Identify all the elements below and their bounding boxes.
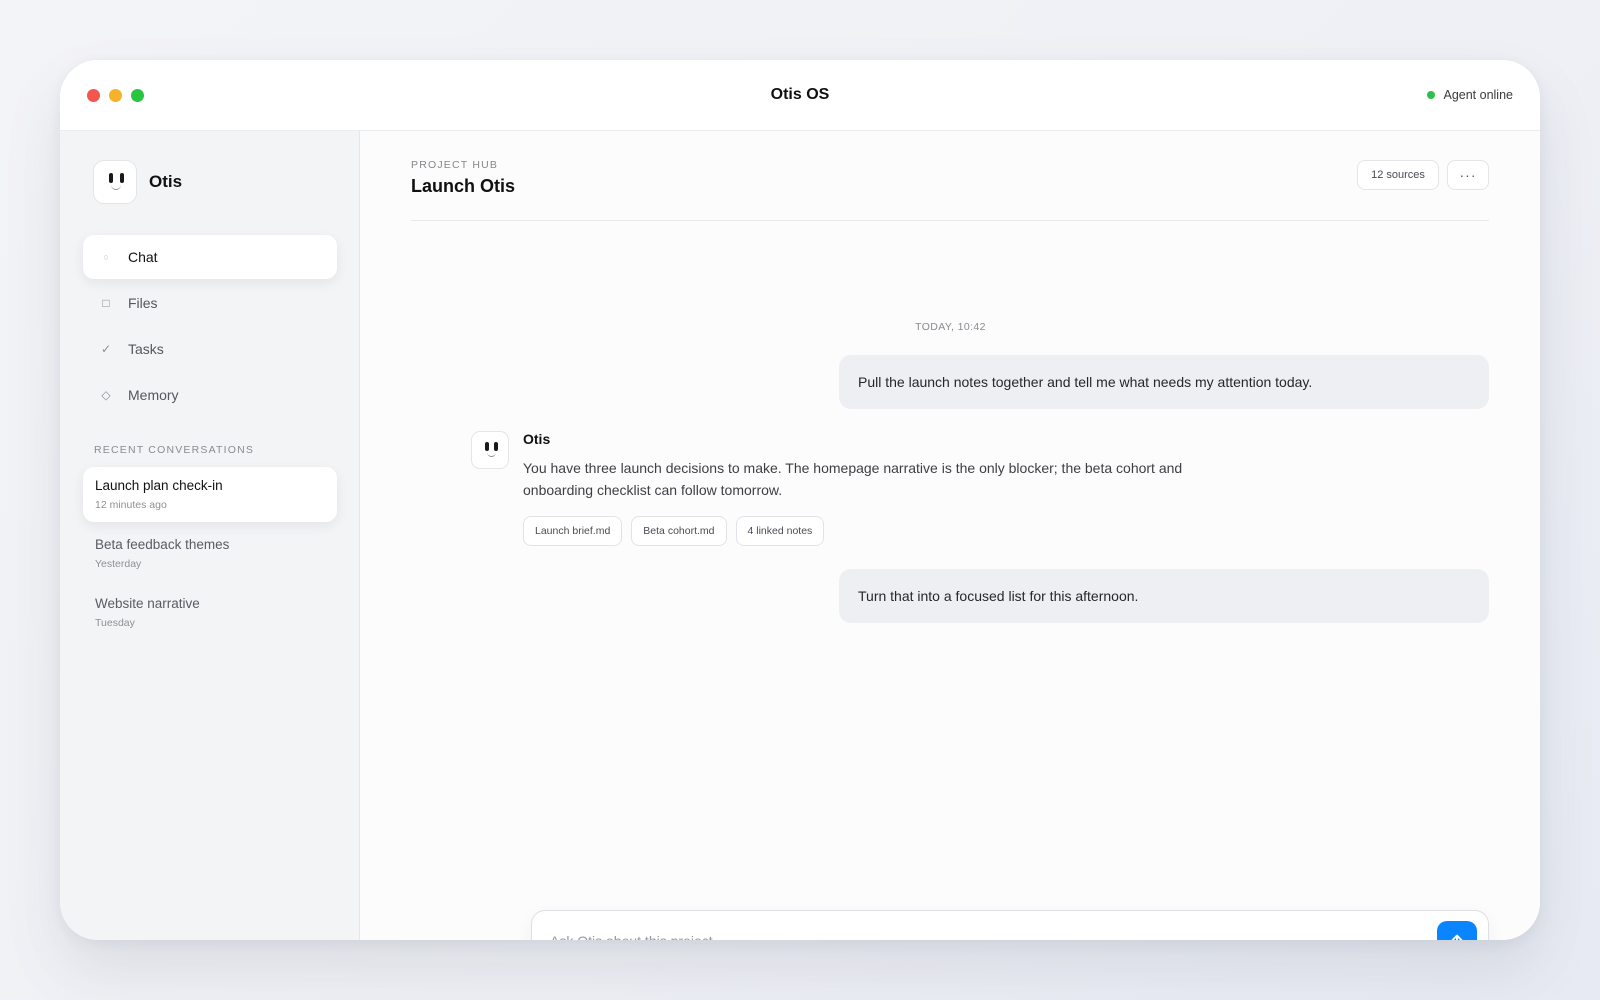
otis-avatar-icon [471,431,509,469]
attachment-chip[interactable]: 4 linked notes [735,516,825,546]
circle-icon: ○ [103,252,109,262]
sidebar-item-memory[interactable]: ◇ Memory [83,373,337,417]
agent-name: Otis [523,431,551,447]
conversation-item[interactable]: Launch plan check-in 12 minutes ago [83,467,337,522]
agent-status-label: Agent online [1443,88,1513,102]
online-indicator-icon [1427,91,1436,99]
sidebar-item-label: Memory [128,387,179,403]
message-composer [531,910,1489,940]
sidebar: Otis ○ Chat □ Files ✓ Tasks ◇ Memory REC… [60,131,360,940]
conversation-time: Yesterday [95,558,142,570]
user-message: Pull the launch notes together and tell … [839,355,1489,409]
sidebar-item-files[interactable]: □ Files [83,281,337,325]
send-button[interactable] [1437,921,1477,940]
sidebar-item-label: Chat [128,249,158,265]
conversation-title: Beta feedback themes [95,537,230,552]
conversation-item[interactable]: Website narrative Tuesday [83,585,337,640]
sidebar-item-label: Tasks [128,341,164,357]
app-window: Otis OS Agent online Otis ○ Chat □ Files… [60,60,1540,940]
page-title: Launch Otis [411,176,516,196]
title-bar: Otis OS Agent online [60,60,1540,131]
otis-avatar-icon [93,160,137,204]
square-icon: □ [102,296,110,310]
attachment-list: Launch brief.md Beta cohort.md 4 linked … [523,516,825,546]
sidebar-item-label: Files [128,295,158,311]
recent-conversations-list: Launch plan check-in 12 minutes ago Beta… [83,467,337,644]
app-title: Otis OS [770,86,830,103]
more-options-button[interactable]: ··· [1447,160,1489,190]
project-eyebrow: PROJECT HUB [411,159,499,171]
header-actions: 12 sources ··· [1357,160,1489,190]
message-timestamp: TODAY, 10:42 [915,321,986,333]
user-message-text: Turn that into a focused list for this a… [858,588,1139,604]
brand: Otis [93,160,182,204]
brand-name: Otis [149,172,183,191]
arrow-up-icon [1451,934,1463,940]
chat-panel: PROJECT HUB Launch Otis 12 sources ··· T… [361,131,1540,940]
sidebar-item-tasks[interactable]: ✓ Tasks [83,327,337,371]
agent-message-text: You have three launch decisions to make.… [523,460,1183,498]
user-message: Turn that into a focused list for this a… [839,569,1489,623]
project-header: PROJECT HUB Launch Otis 12 sources ··· [411,159,1489,221]
check-icon: ✓ [100,342,112,356]
sidebar-nav: ○ Chat □ Files ✓ Tasks ◇ Memory [83,235,337,419]
conversation-time: Tuesday [95,617,135,629]
attachment-chip[interactable]: Launch brief.md [523,516,623,546]
conversation-title: Launch plan check-in [95,478,223,493]
recent-conversations-heading: RECENT CONVERSATIONS [94,444,255,456]
agent-status: Agent online [1427,88,1513,102]
diamond-icon: ◇ [101,388,111,402]
user-message-text: Pull the launch notes together and tell … [858,374,1313,390]
conversation-title: Website narrative [95,596,200,611]
sidebar-item-chat[interactable]: ○ Chat [83,235,337,279]
message-input[interactable] [550,925,1400,940]
conversation-item[interactable]: Beta feedback themes Yesterday [83,526,337,581]
conversation-time: 12 minutes ago [95,499,167,511]
sources-button[interactable]: 12 sources [1357,160,1439,190]
attachment-chip[interactable]: Beta cohort.md [631,516,727,546]
